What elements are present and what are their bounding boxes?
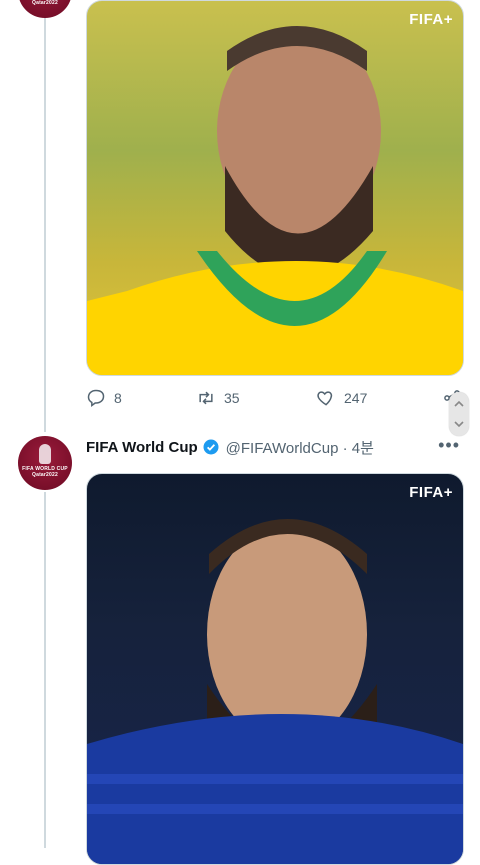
reply-button[interactable]: 8 <box>86 388 122 408</box>
thread-line-bottom <box>44 492 46 848</box>
thread-line-top <box>44 0 46 432</box>
like-icon <box>317 391 333 406</box>
scroll-button[interactable] <box>449 392 469 436</box>
tweet-media[interactable]: FIFA+ <box>86 0 464 376</box>
chevron-down-icon <box>454 421 464 428</box>
avatar-caption: FIFA WORLD CUP Qatar2022 <box>22 466 68 478</box>
player-photo <box>87 26 463 375</box>
player-photo <box>87 519 463 864</box>
tweet-media[interactable]: FIFA+ <box>86 473 464 865</box>
author-handle[interactable]: @FIFAWorldCup · 4분 <box>226 437 374 458</box>
reply-icon <box>87 389 105 407</box>
chevron-up-icon <box>454 400 464 407</box>
trophy-icon <box>39 444 51 464</box>
avatar[interactable]: FIFA WORLD CUP Qatar2022 <box>18 436 72 490</box>
like-button[interactable]: 247 <box>316 388 367 408</box>
retweet-count: 35 <box>224 390 240 406</box>
retweet-icon <box>199 391 213 405</box>
tweet-actions: 8 35 247 <box>86 388 466 412</box>
more-icon[interactable]: ••• <box>438 435 460 456</box>
retweet-button[interactable]: 35 <box>196 388 240 408</box>
author-name[interactable]: FIFA World Cup <box>86 439 198 456</box>
like-count: 247 <box>344 390 368 406</box>
reply-count: 8 <box>114 390 122 406</box>
verified-icon <box>203 439 219 455</box>
tweet-header: FIFA World Cup @FIFAWorldCup · 4분 ••• <box>86 435 466 459</box>
avatar-caption: FIFA WORLD CUP Qatar2022 <box>32 0 58 6</box>
avatar[interactable]: FIFA WORLD CUP Qatar2022 <box>18 0 72 18</box>
